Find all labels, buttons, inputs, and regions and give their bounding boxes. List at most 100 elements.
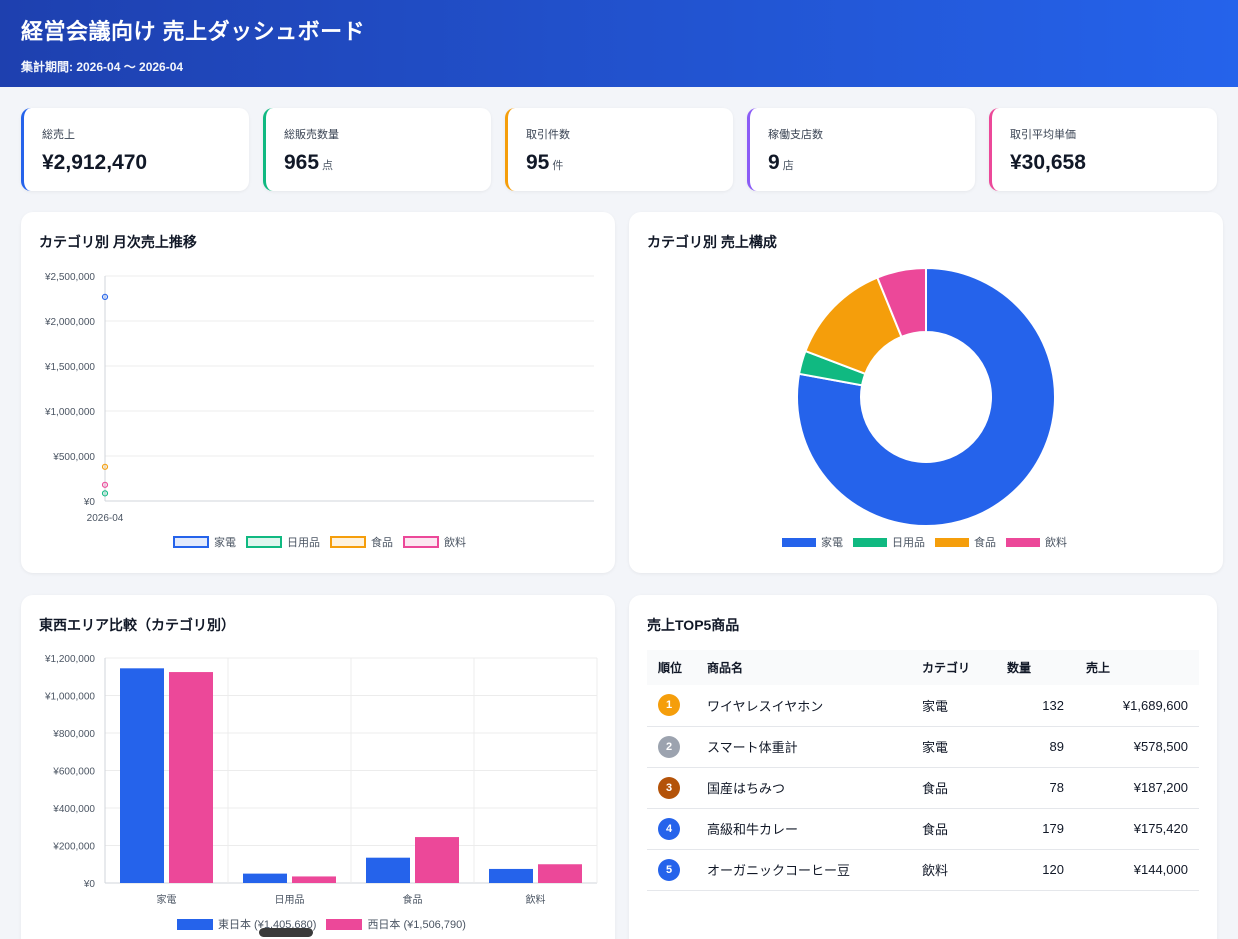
- product-name-cell: スマート体重計: [707, 726, 922, 768]
- kpi-card-total-sales: 総売上 ¥2,912,470: [21, 108, 249, 191]
- legend-label: 食品: [371, 537, 393, 549]
- y-tick-label: ¥800,000: [52, 729, 95, 740]
- legend-label: 家電: [214, 537, 236, 549]
- x-tick-label: 食品: [403, 893, 423, 906]
- legend-label: 日用品: [892, 537, 925, 549]
- kpi-card-average-price: 取引平均単価 ¥30,658: [989, 108, 1217, 191]
- bar[interactable]: [292, 876, 336, 883]
- kpi-card-total-quantity: 総販売数量 965 点: [263, 108, 491, 191]
- category-cell: 家電: [922, 726, 1007, 768]
- x-tick-label: 日用品: [275, 894, 305, 906]
- table-header-row: 順位 商品名 カテゴリ 数量 売上: [647, 650, 1199, 685]
- kpi-label: 取引平均単価: [1010, 129, 1076, 141]
- bar[interactable]: [366, 857, 410, 883]
- legend-swatch: [330, 536, 366, 548]
- y-tick-label: ¥1,000,000: [44, 407, 95, 418]
- rank-badge: 2: [658, 735, 680, 758]
- rank-badge: 4: [658, 817, 680, 840]
- column-header-sales: 売上: [1064, 650, 1199, 685]
- sales-cell: ¥578,500: [1064, 726, 1199, 768]
- y-tick-label: ¥1,200,000: [44, 654, 95, 665]
- legend-swatch: [853, 537, 887, 547]
- dashboard-header: 経営会議向け 売上ダッシュボード 集計期間: 2026-04 〜 2026-04: [0, 0, 1238, 87]
- rank-badge: 5: [658, 858, 680, 881]
- rank-cell: 1: [647, 685, 707, 727]
- top5-card: 売上TOP5商品 順位 商品名 カテゴリ 数量 売上 1 ワイヤレスイヤホン 家電 1…: [629, 595, 1217, 939]
- bar[interactable]: [243, 873, 287, 883]
- bar[interactable]: [120, 668, 164, 883]
- rank-cell: 3: [647, 767, 707, 809]
- legend-swatch: [246, 536, 282, 548]
- category-cell: 家電: [922, 685, 1007, 727]
- kpi-value: 965 点: [284, 151, 334, 174]
- card-title: 売上TOP5商品: [647, 617, 740, 633]
- legend-swatch: [1006, 537, 1040, 547]
- column-header-product: 商品名: [707, 650, 922, 685]
- line-point[interactable]: [101, 463, 109, 470]
- table-row[interactable]: 4 高級和牛カレー 食品 179 ¥175,420: [647, 808, 1199, 850]
- line-point[interactable]: [101, 293, 109, 300]
- rank-cell: 2: [647, 726, 707, 768]
- legend-item[interactable]: 西日本 (¥1,506,790): [326, 916, 466, 932]
- y-tick-label: ¥200,000: [52, 842, 95, 853]
- legend-swatch: [403, 536, 439, 548]
- kpi-value: ¥2,912,470: [42, 151, 148, 174]
- rank-badge: 3: [658, 776, 680, 799]
- column-header-rank: 順位: [647, 650, 707, 685]
- legend-item[interactable]: 食品: [330, 534, 393, 550]
- line-chart: ¥2,500,000 ¥2,000,000 ¥1,500,000 ¥1,000,000…: [44, 272, 594, 524]
- legend-item[interactable]: 飲料: [1006, 534, 1067, 550]
- y-tick-label: ¥2,000,000: [44, 317, 95, 328]
- x-tick-label: 家電: [157, 893, 177, 906]
- line-point[interactable]: [101, 490, 109, 497]
- kpi-label: 稼働支店数: [768, 129, 823, 141]
- y-tick-label: ¥0: [83, 497, 96, 508]
- kpi-value: 9店: [768, 151, 794, 174]
- line-point[interactable]: [101, 481, 109, 488]
- legend-swatch: [935, 537, 969, 547]
- legend-label: 西日本 (¥1,506,790): [367, 919, 466, 931]
- legend-item[interactable]: 食品: [935, 534, 996, 550]
- product-name-cell: オーガニックコーヒー豆: [707, 849, 922, 891]
- product-name-cell: ワイヤレスイヤホン: [707, 685, 922, 727]
- category-cell: 飲料: [922, 849, 1007, 891]
- quantity-cell: 78: [1007, 767, 1064, 809]
- product-name-cell: 国産はちみつ: [707, 767, 922, 809]
- legend-label: 飲料: [444, 537, 466, 549]
- bar[interactable]: [489, 868, 533, 883]
- kpi-card-active-branches: 稼働支店数 9店: [747, 108, 975, 191]
- product-name-cell: 高級和牛カレー: [707, 808, 922, 850]
- rank-cell: 4: [647, 808, 707, 850]
- y-tick-label: ¥500,000: [52, 452, 95, 463]
- legend-item[interactable]: 家電: [782, 534, 843, 550]
- legend-item[interactable]: 日用品: [853, 534, 925, 550]
- kpi-label: 総売上: [42, 129, 75, 141]
- quantity-cell: 179: [1007, 808, 1064, 850]
- line-chart-card: カテゴリ別 月次売上推移 ¥2,500,000 ¥2,000,000 ¥1,500,…: [21, 212, 615, 573]
- bar[interactable]: [169, 672, 213, 883]
- bar-chart: ¥1,200,000 ¥1,000,000 ¥800,000 ¥600,000 ¥400…: [44, 654, 598, 906]
- legend-item[interactable]: 日用品: [246, 534, 320, 550]
- top5-table: 順位 商品名 カテゴリ 数量 売上 1 ワイヤレスイヤホン 家電 132 ¥1,689,…: [647, 650, 1199, 891]
- bar[interactable]: [538, 864, 582, 883]
- scroll-indicator[interactable]: [259, 928, 313, 937]
- bar-chart-legend: 東日本 (¥1,405,680) 西日本 (¥1,506,790): [177, 916, 466, 932]
- table-row[interactable]: 5 オーガニックコーヒー豆 飲料 120 ¥144,000: [647, 849, 1199, 891]
- kpi-value: ¥30,658: [1010, 151, 1086, 174]
- sales-cell: ¥1,689,600: [1064, 685, 1199, 727]
- sales-cell: ¥144,000: [1064, 849, 1199, 891]
- bar[interactable]: [415, 837, 459, 883]
- x-tick-label: 飲料: [526, 893, 546, 906]
- legend-item[interactable]: 家電: [173, 534, 236, 550]
- period-label: 集計期間: 2026-04 〜 2026-04: [21, 60, 184, 74]
- page-title: 経営会議向け 売上ダッシュボード: [21, 19, 366, 44]
- table-row[interactable]: 2 スマート体重計 家電 89 ¥578,500: [647, 726, 1199, 768]
- rank-badge: 1: [658, 694, 680, 717]
- legend-label: 食品: [974, 537, 996, 549]
- y-tick-label: ¥0: [83, 879, 96, 890]
- table-row[interactable]: 1 ワイヤレスイヤホン 家電 132 ¥1,689,600: [647, 685, 1199, 727]
- quantity-cell: 120: [1007, 849, 1064, 891]
- table-row[interactable]: 3 国産はちみつ 食品 78 ¥187,200: [647, 767, 1199, 809]
- donut-chart-card: カテゴリ別 売上構成 家電 日用品 食品 飲料: [629, 212, 1223, 573]
- legend-item[interactable]: 飲料: [403, 534, 466, 550]
